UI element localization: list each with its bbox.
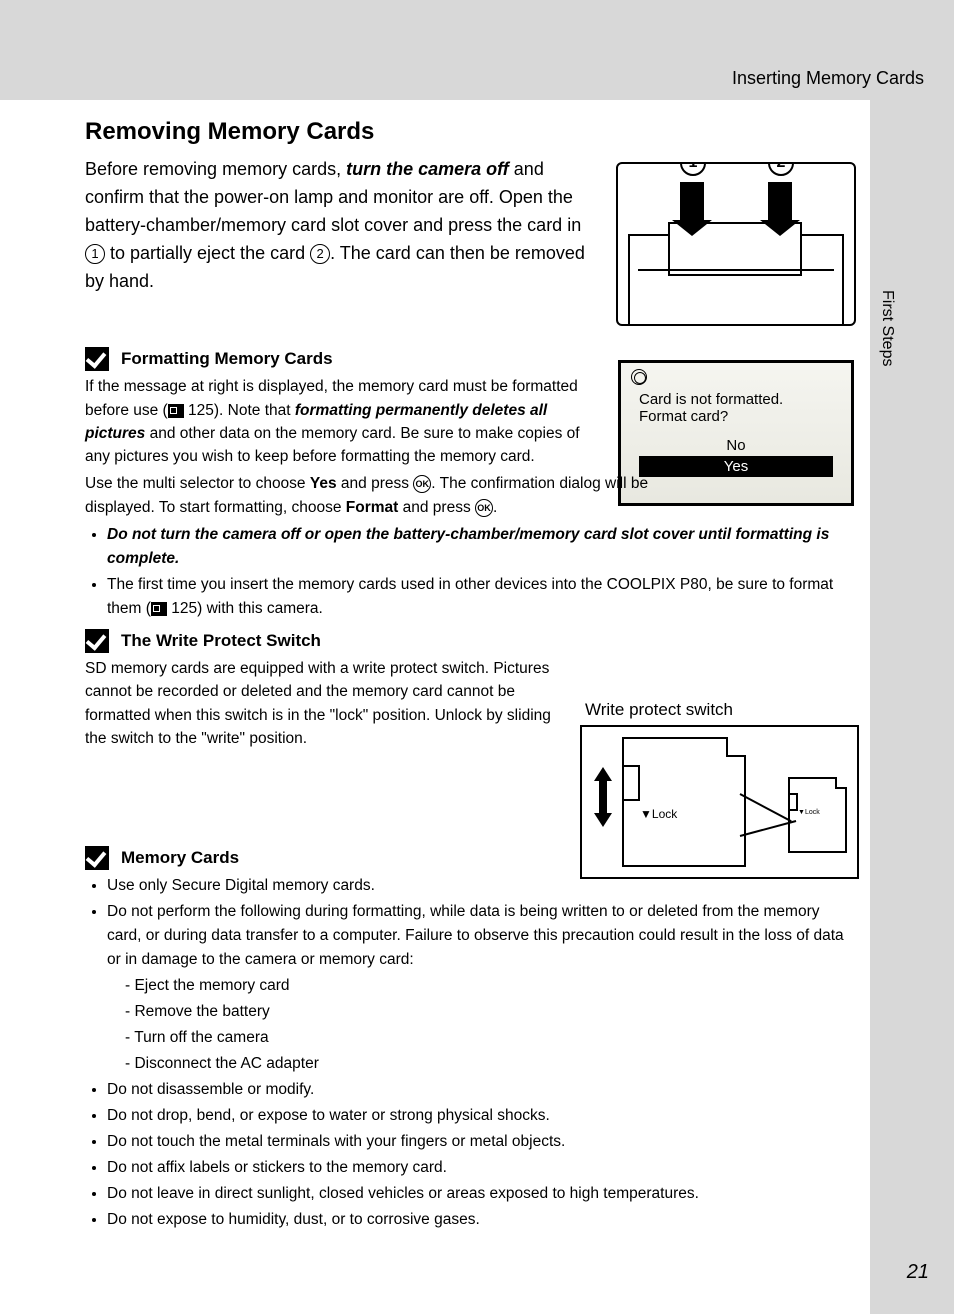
manual-page: Inserting Memory Cards First Steps 1 2 C… <box>0 0 954 1314</box>
step-ref-2: 2 <box>310 244 330 264</box>
formatting-heading: Formatting Memory Cards <box>85 347 855 371</box>
page-title: Removing Memory Cards <box>85 118 855 146</box>
write-protect-heading: The Write Protect Switch <box>85 629 855 653</box>
side-tab-label: First Steps <box>878 290 896 366</box>
ok-button-icon: OK <box>475 499 493 517</box>
check-icon <box>85 347 109 371</box>
memory-cards-bullets: Use only Secure Digital memory cards. Do… <box>85 874 855 1232</box>
step-ref-1: 1 <box>85 244 105 264</box>
formatting-paragraph-1: If the message at right is displayed, th… <box>85 375 595 468</box>
check-icon <box>85 629 109 653</box>
formatting-bullets: Do not turn the camera off or open the b… <box>85 523 855 621</box>
formatting-paragraph-2: Use the multi selector to choose Yes and… <box>85 472 685 519</box>
check-icon <box>85 846 109 870</box>
header-section-title: Inserting Memory Cards <box>732 68 924 89</box>
reference-icon <box>151 602 167 616</box>
write-protect-paragraph: SD memory cards are equipped with a writ… <box>85 657 575 750</box>
reference-icon <box>168 404 184 418</box>
intro-paragraph: Before removing memory cards, turn the c… <box>85 156 595 295</box>
memory-cards-heading: Memory Cards <box>85 846 855 870</box>
ok-button-icon: OK <box>413 475 431 493</box>
page-number: 21 <box>907 1261 929 1284</box>
